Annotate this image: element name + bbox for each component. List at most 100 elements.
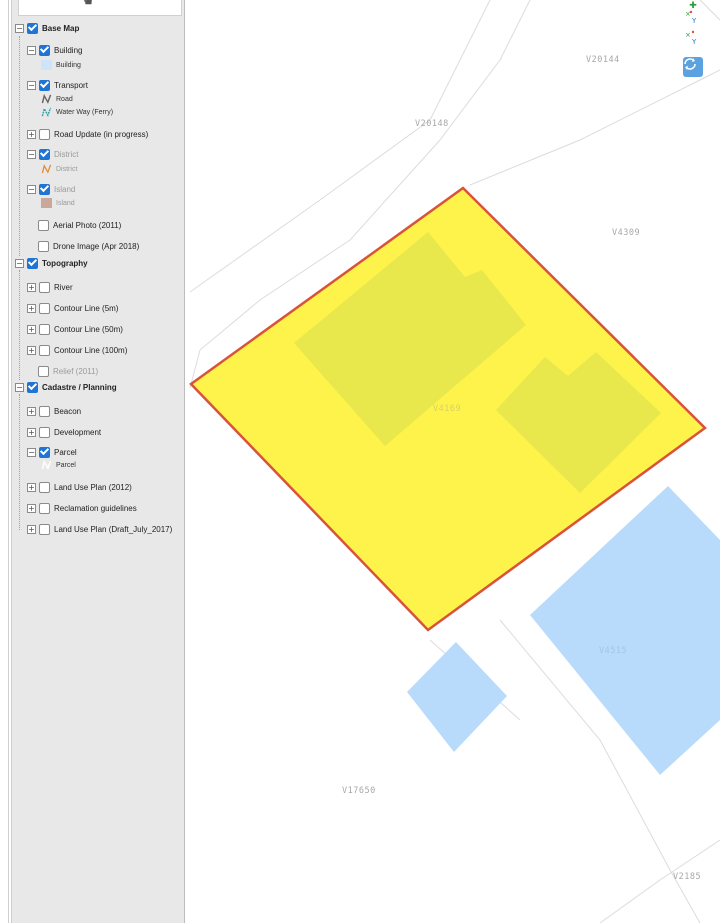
layer-group-topography[interactable]: − Topography xyxy=(15,255,88,271)
layer-checkbox-contour-100m[interactable] xyxy=(39,344,50,356)
expand-icon[interactable]: + xyxy=(27,406,36,416)
layer-checkbox-drone-image[interactable] xyxy=(38,240,49,252)
layer-building[interactable]: − Building xyxy=(27,42,82,58)
layer-drone-image[interactable]: Drone Image (Apr 2018) xyxy=(38,238,139,254)
expand-icon[interactable]: + xyxy=(27,303,36,313)
legend-label: District xyxy=(56,165,78,173)
layer-label: District xyxy=(54,149,79,159)
layer-label: Aerial Photo (2011) xyxy=(53,220,122,230)
layer-road-update[interactable]: + Road Update (in progress) xyxy=(27,126,148,142)
layer-land-use-draft[interactable]: + Land Use Plan (Draft_July_2017) xyxy=(27,521,172,537)
xy-coordinate-icon[interactable]: × Y xyxy=(684,9,702,27)
layer-checkbox-river[interactable] xyxy=(39,281,50,293)
layer-island[interactable]: − Island xyxy=(27,181,75,197)
layer-contour-100m[interactable]: + Contour Line (100m) xyxy=(27,342,127,358)
layer-checkbox-relief[interactable] xyxy=(38,365,49,377)
layer-parcel[interactable]: − Parcel xyxy=(27,444,77,460)
layer-checkbox-transport[interactable] xyxy=(39,79,50,91)
svg-text:Y: Y xyxy=(691,38,697,46)
layer-reclamation[interactable]: + Reclamation guidelines xyxy=(27,500,137,516)
layer-group-base-map[interactable]: − Base Map xyxy=(15,20,79,36)
legend-district: District xyxy=(41,163,77,175)
layer-checkbox-development[interactable] xyxy=(39,426,50,438)
expand-icon[interactable]: + xyxy=(27,524,36,534)
collapse-icon[interactable]: − xyxy=(15,23,24,33)
building-footprint[interactable] xyxy=(407,642,507,752)
layer-label: Drone Image (Apr 2018) xyxy=(53,241,140,251)
layer-label: Island xyxy=(54,184,76,194)
tree-guide xyxy=(19,270,20,380)
expand-icon[interactable]: + xyxy=(27,129,36,139)
layer-transport[interactable]: − Transport xyxy=(27,77,88,93)
expand-icon[interactable]: + xyxy=(27,503,36,513)
layer-label: Land Use Plan (2012) xyxy=(54,482,132,492)
layer-checkbox-island[interactable] xyxy=(39,183,50,195)
layer-label: Contour Line (50m) xyxy=(54,324,123,334)
district-line-icon xyxy=(41,164,52,174)
layer-label: Contour Line (100m) xyxy=(54,345,128,355)
layer-label: Cadastre / Planning xyxy=(42,382,117,392)
refresh-icon[interactable] xyxy=(683,57,703,77)
layer-label: Building xyxy=(54,45,83,55)
layer-checkbox-road-update[interactable] xyxy=(39,128,50,140)
collapse-icon[interactable]: − xyxy=(27,80,36,90)
layer-checkbox-land-use-draft[interactable] xyxy=(39,523,50,535)
parcel-id-label: V4515 xyxy=(599,646,628,656)
layer-development[interactable]: + Development xyxy=(27,424,101,440)
parcel-id-label: V20148 xyxy=(415,119,449,129)
collapse-icon[interactable]: − xyxy=(15,382,24,392)
layer-checkbox-parcel[interactable] xyxy=(39,446,50,458)
layer-checkbox-beacon[interactable] xyxy=(39,405,50,417)
parcel-id-label: V2185 xyxy=(673,872,702,882)
layer-relief[interactable]: Relief (2011) xyxy=(38,363,98,379)
layer-checkbox-topography[interactable] xyxy=(27,257,38,269)
legend-road: Road xyxy=(41,93,73,105)
layer-land-use-2012[interactable]: + Land Use Plan (2012) xyxy=(27,479,132,495)
layer-label: Development xyxy=(54,427,102,437)
layer-river[interactable]: + River xyxy=(27,279,73,295)
layer-beacon[interactable]: + Beacon xyxy=(27,403,81,419)
expand-icon[interactable]: + xyxy=(27,345,36,355)
expand-icon[interactable]: + xyxy=(27,324,36,334)
collapse-icon[interactable]: − xyxy=(27,45,36,55)
layer-label: Transport xyxy=(54,80,88,90)
layer-district[interactable]: − District xyxy=(27,146,78,162)
layer-checkbox-reclamation[interactable] xyxy=(39,502,50,514)
layer-checkbox-base-map[interactable] xyxy=(27,22,38,34)
layer-checkbox-contour-5m[interactable] xyxy=(39,302,50,314)
hand-icon[interactable]: ☚ xyxy=(79,0,93,10)
svg-text:×: × xyxy=(685,31,691,39)
map-canvas[interactable]: V20144 V20148 V4309 V4169 V4515 V17650 V… xyxy=(186,0,720,923)
collapse-icon[interactable]: − xyxy=(15,258,24,268)
layer-checkbox-aerial-photo[interactable] xyxy=(38,219,49,231)
layer-label: Land Use Plan (Draft_July_2017) xyxy=(54,524,173,534)
layer-contour-50m[interactable]: + Contour Line (50m) xyxy=(27,321,123,337)
collapse-icon[interactable]: − xyxy=(27,149,36,159)
tree-guide xyxy=(19,36,20,256)
layer-contour-5m[interactable]: + Contour Line (5m) xyxy=(27,300,118,316)
layer-checkbox-district[interactable] xyxy=(39,148,50,160)
svg-text:Y: Y xyxy=(691,17,697,25)
expand-icon[interactable]: + xyxy=(27,427,36,437)
expand-icon[interactable]: + xyxy=(27,482,36,492)
layer-aerial-photo[interactable]: Aerial Photo (2011) xyxy=(38,217,121,233)
layer-checkbox-contour-50m[interactable] xyxy=(39,323,50,335)
layer-checkbox-cadastre[interactable] xyxy=(27,381,38,393)
legend-building: Building xyxy=(41,59,81,71)
layer-label: Reclamation guidelines xyxy=(54,503,137,513)
collapse-icon[interactable]: − xyxy=(27,184,36,194)
parcel-id-label: V17650 xyxy=(342,786,376,796)
xy-coordinate-icon[interactable]: × Y xyxy=(684,30,702,48)
expand-icon[interactable]: + xyxy=(27,282,36,292)
tree-guide xyxy=(19,394,20,530)
ferry-line-icon xyxy=(41,107,52,117)
layer-label: Parcel xyxy=(54,447,77,457)
layer-label: Relief (2011) xyxy=(53,366,99,376)
collapse-icon[interactable]: − xyxy=(27,447,36,457)
layer-checkbox-land-use-2012[interactable] xyxy=(39,481,50,493)
layer-checkbox-building[interactable] xyxy=(39,44,50,56)
building-swatch-icon xyxy=(41,60,52,70)
layer-group-cadastre[interactable]: − Cadastre / Planning xyxy=(15,379,117,395)
parcel-id-label: V4169 xyxy=(433,404,462,414)
legend-label: Water Way (Ferry) xyxy=(56,108,114,116)
